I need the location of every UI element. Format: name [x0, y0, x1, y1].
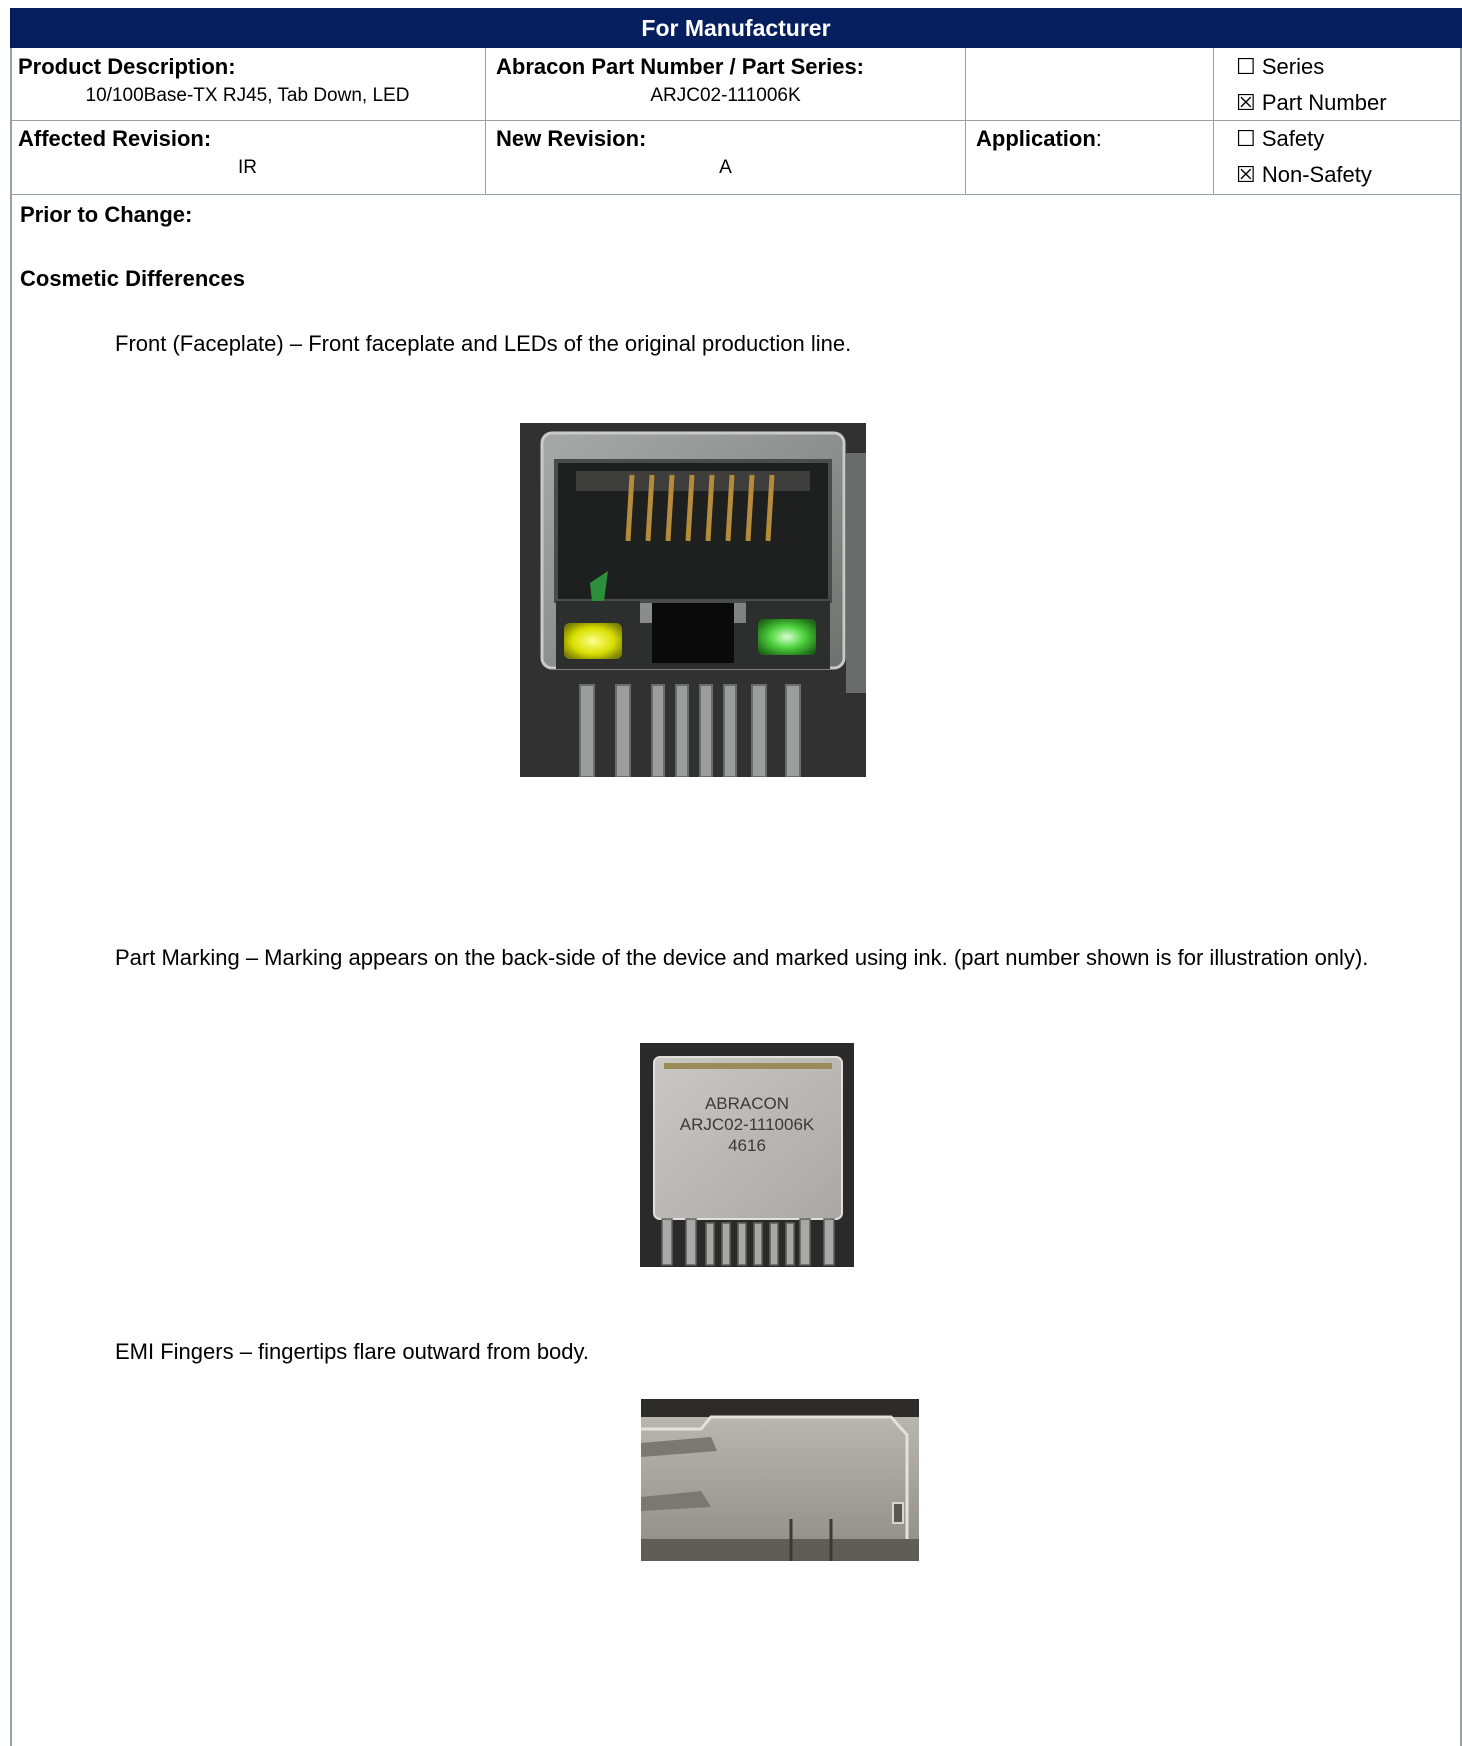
prior-to-change-heading: Prior to Change: — [20, 202, 193, 227]
info-row-product: Product Description: 10/100Base-TX RJ45,… — [10, 48, 1462, 121]
front-faceplate-text: Front (Faceplate) – Front faceplate and … — [115, 331, 852, 356]
marking-text-block: ABRACON ARJC02-111006K 4616 — [640, 1093, 854, 1156]
safety-checkbox: ☐ Safety — [1236, 126, 1325, 151]
affected-revision-value: IR — [238, 157, 257, 178]
affected-revision-cell: Affected Revision: IR — [10, 120, 486, 194]
document-page: For Manufacturer Product Description: 10… — [0, 0, 1462, 1746]
new-revision-cell: New Revision: A — [486, 120, 966, 194]
new-revision-value: A — [719, 157, 732, 178]
marking-line-brand: ABRACON — [704, 1094, 790, 1113]
series-type-cell: ☐ Series ☒ Part Number — [1214, 48, 1462, 120]
front-faceplate-photo — [520, 423, 866, 777]
for-manufacturer-header: For Manufacturer — [10, 8, 1462, 48]
part-marking-photo: ABRACON ARJC02-111006K 4616 — [640, 1043, 854, 1267]
empty-cell — [966, 48, 1214, 120]
emi-fingers-text: EMI Fingers – fingertips flare outward f… — [115, 1339, 590, 1364]
header-title: For Manufacturer — [641, 14, 831, 41]
marking-line-code: 4616 — [728, 1136, 766, 1155]
non-safety-checkbox: ☒ Non-Safety — [1236, 162, 1372, 187]
product-description-value: 10/100Base-TX RJ45, Tab Down, LED — [85, 85, 410, 106]
application-cell: Application: — [966, 120, 1214, 194]
product-description-label: Product Description: — [18, 54, 236, 79]
new-revision-label: New Revision: — [496, 126, 647, 151]
part-number-value: ARJC02-111006K — [650, 85, 801, 106]
part-number-checkbox: ☒ Part Number — [1236, 90, 1387, 115]
part-number-label: Abracon Part Number / Part Series: — [496, 54, 865, 79]
product-description-cell: Product Description: 10/100Base-TX RJ45,… — [10, 48, 486, 120]
info-row-revision: Affected Revision: IR New Revision: A Ap… — [10, 120, 1462, 195]
affected-revision-label: Affected Revision: — [18, 126, 212, 151]
series-checkbox: ☐ Series — [1236, 54, 1325, 79]
application-label: Application: — [976, 126, 1102, 151]
marking-line-part: ARJC02-111006K — [679, 1115, 815, 1134]
application-type-cell: ☐ Safety ☒ Non-Safety — [1214, 120, 1462, 194]
part-number-cell: Abracon Part Number / Part Series: ARJC0… — [486, 48, 966, 120]
part-marking-text: Part Marking – Marking appears on the ba… — [115, 945, 1369, 970]
cosmetic-differences-heading: Cosmetic Differences — [20, 266, 245, 291]
emi-fingers-photo — [641, 1399, 919, 1561]
